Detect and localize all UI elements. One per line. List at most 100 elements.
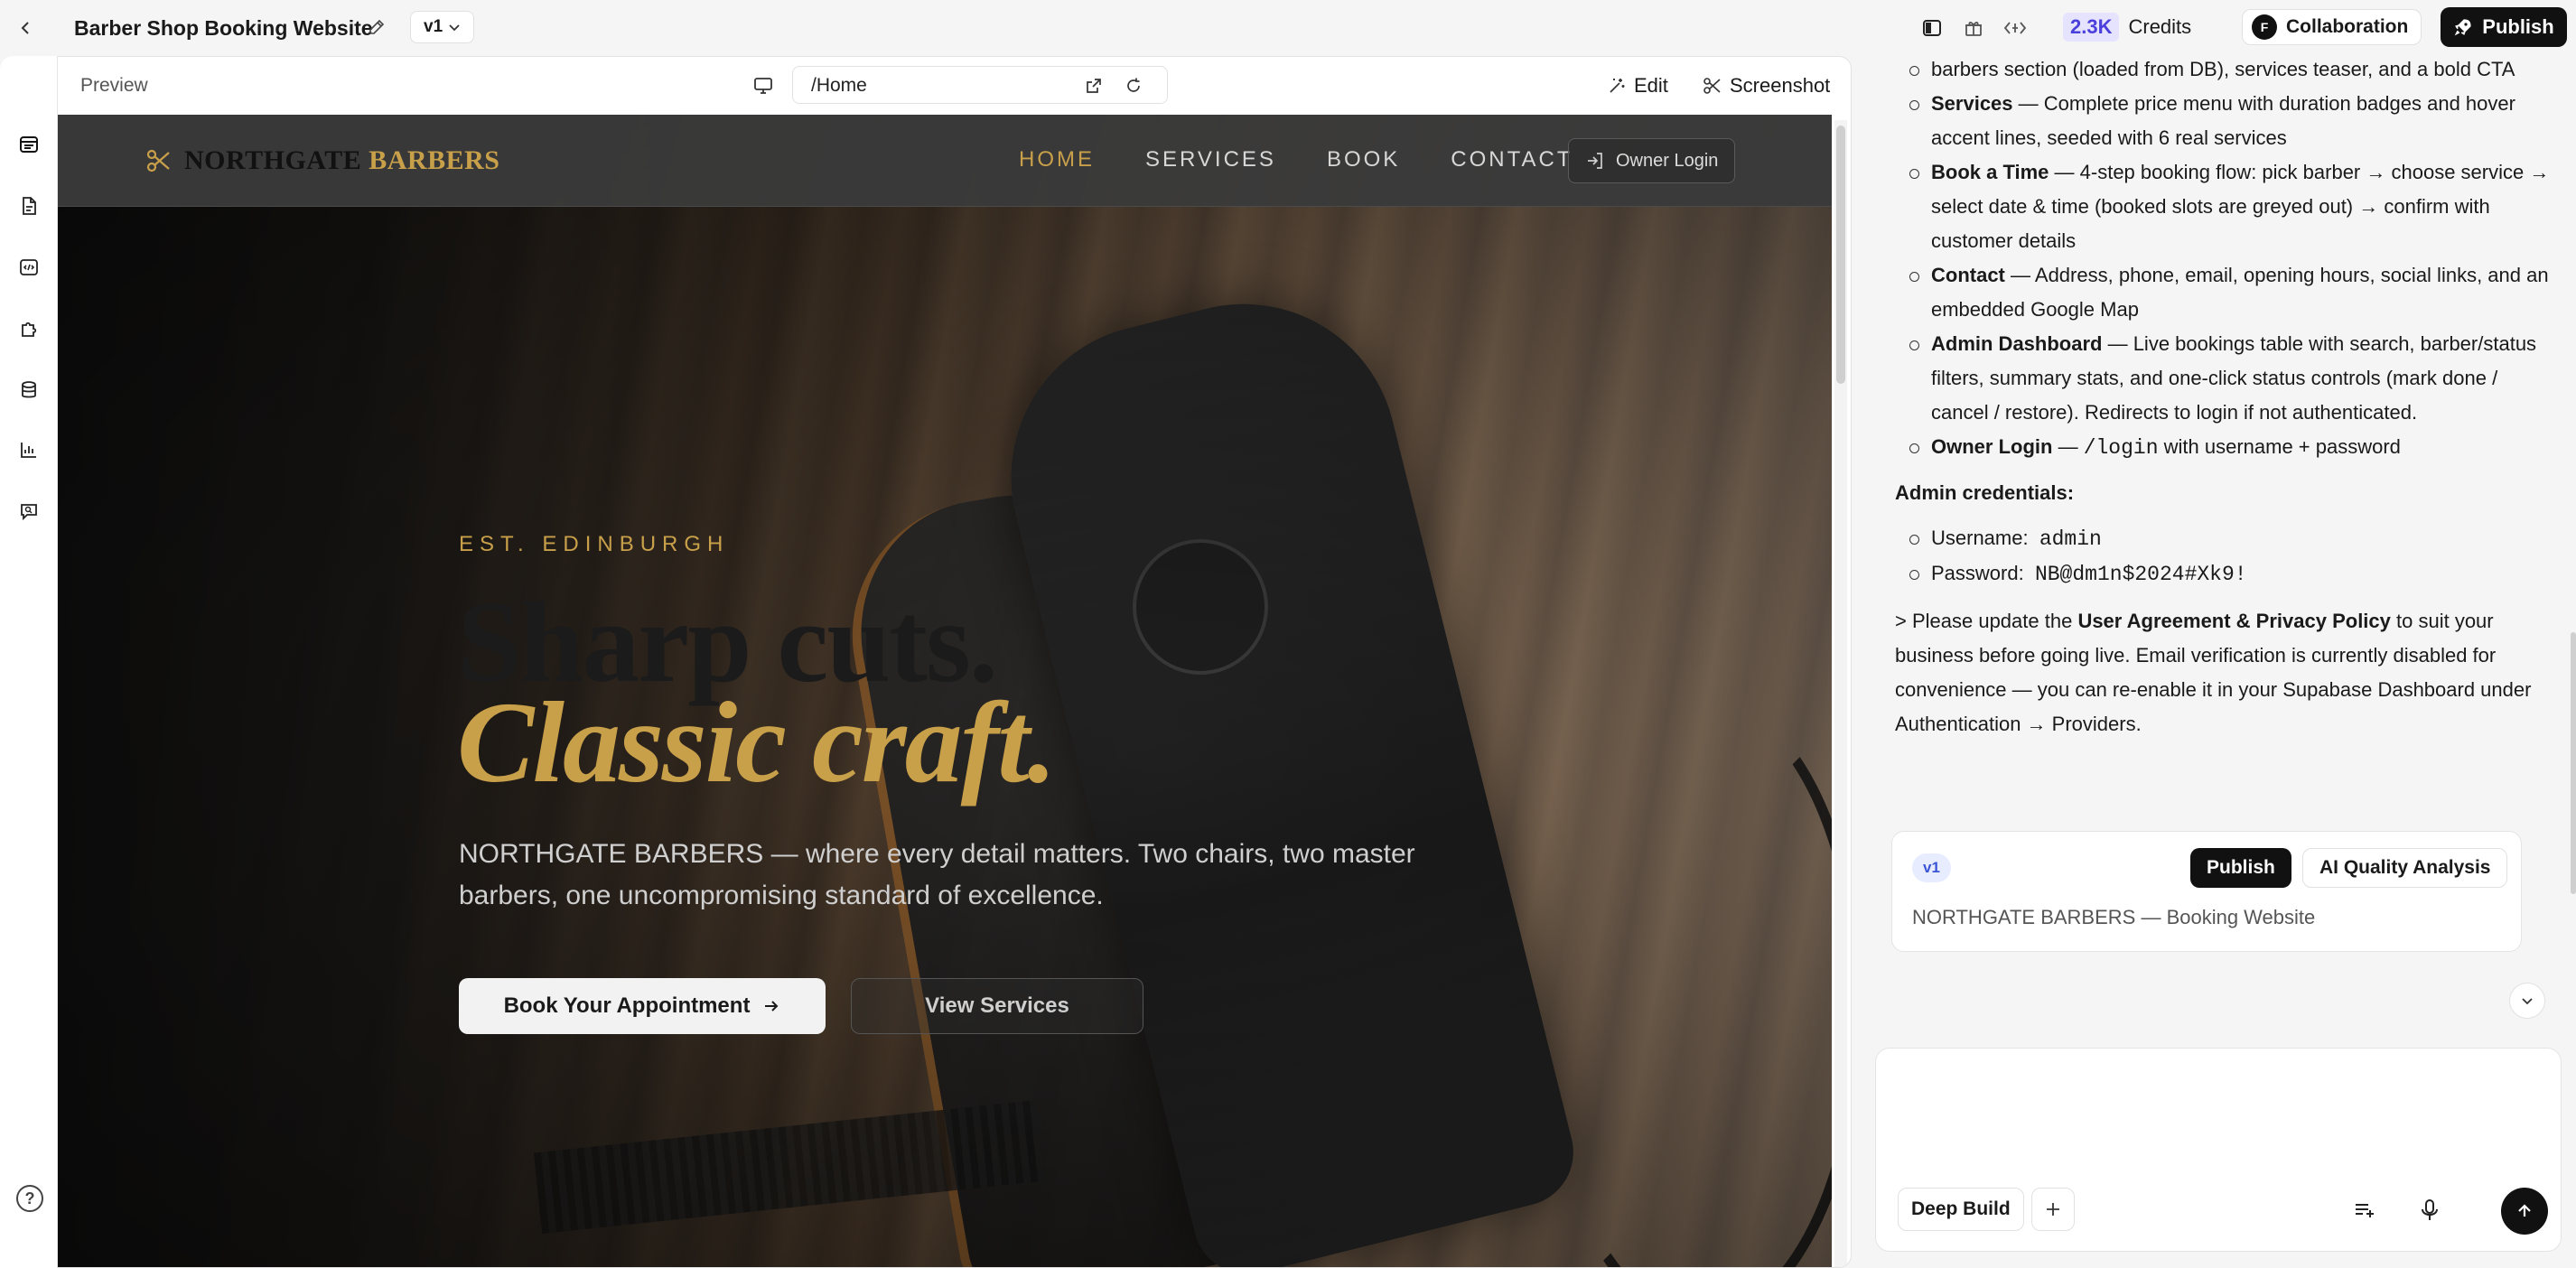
owner-login-button[interactable]: Owner Login	[1568, 138, 1736, 183]
list-item-title: Services	[1931, 92, 2013, 115]
nav-home[interactable]: HOME	[1019, 147, 1095, 172]
project-title: Barber Shop Booking Website	[74, 16, 373, 40]
note-paragraph: > Please update the User Agreement & Pri…	[1891, 604, 2551, 741]
hero-eyebrow: EST. EDINBURGH	[459, 532, 730, 556]
puzzle-icon[interactable]	[14, 314, 43, 343]
hero-headline-2: Classic craft.	[457, 678, 1057, 806]
password-label: Password:	[1931, 562, 2024, 584]
microphone-icon[interactable]	[2414, 1195, 2445, 1226]
screenshot-label: Screenshot	[1730, 74, 1831, 97]
ai-quality-analysis-button[interactable]: AI Quality Analysis	[2302, 848, 2508, 888]
arrow-right-icon	[765, 1001, 779, 1012]
list-item-title: Contact	[1931, 264, 2005, 286]
chat-search-icon[interactable]	[14, 497, 43, 526]
list-item: Services — Complete price menu with dura…	[1891, 87, 2551, 155]
chat-message: barbers section (loaded from DB), servic…	[1891, 56, 2551, 741]
list-item-text: — Address, phone, email, opening hours, …	[1931, 264, 2549, 321]
list-item: Admin Dashboard — Live bookings table wi…	[1891, 327, 2551, 430]
book-appointment-label: Book Your Appointment	[503, 993, 751, 1018]
chevron-down-icon	[2522, 998, 2533, 1005]
monitor-icon[interactable]	[749, 71, 778, 100]
pencil-icon[interactable]	[365, 15, 388, 39]
sparkle-edit-icon	[1610, 79, 1625, 93]
list-item: Book a Time — 4-step booking flow: pick …	[1891, 155, 2551, 258]
publish-label: Publish	[2482, 15, 2554, 38]
rocket-icon	[2454, 19, 2471, 36]
nav-contact[interactable]: CONTACT	[1451, 147, 1573, 172]
note-bold: User Agreement & Privacy Policy	[2077, 610, 2391, 632]
login-route-code: /login	[2083, 436, 2159, 460]
publish-button[interactable]: Publish	[2441, 7, 2567, 47]
reload-icon[interactable]	[1122, 74, 1145, 98]
document-icon[interactable]	[14, 191, 43, 220]
credentials-heading: Admin credentials:	[1895, 481, 2075, 504]
collaboration-button[interactable]: F Collaboration	[2242, 9, 2422, 45]
back-arrow-icon[interactable]	[13, 14, 40, 42]
list-item: Password: NB@dm1n$2024#Xk9!	[1891, 556, 2551, 592]
list-item-text: — Complete price menu with duration badg…	[1931, 92, 2515, 149]
preview-label: Preview	[80, 75, 148, 96]
gift-icon[interactable]	[1958, 13, 1989, 43]
url-bar[interactable]: /Home	[792, 66, 1168, 104]
help-icon[interactable]: ?	[16, 1185, 43, 1212]
code-window-icon[interactable]	[14, 253, 43, 282]
site-navbar: NORTHGATE BARBERS HOME SERVICES BOOK CONT…	[58, 115, 1832, 207]
queue-icon[interactable]	[2349, 1195, 2380, 1226]
list-item-title: Admin Dashboard	[1931, 332, 2103, 355]
credits-value: 2.3K	[2063, 13, 2120, 42]
preview-toolbar: Preview /Home Edit Screenshot	[59, 57, 1851, 115]
brand-accent: BARBERS	[369, 145, 500, 175]
login-icon	[1588, 153, 1602, 169]
version-dropdown[interactable]: v1	[410, 11, 475, 43]
database-icon[interactable]	[14, 376, 43, 405]
note-text: > Please update the	[1895, 610, 2078, 632]
card-subtitle: NORTHGATE BARBERS — Booking Website	[1912, 906, 2316, 928]
view-services-button[interactable]: View Services	[851, 978, 1143, 1034]
site-logo[interactable]: NORTHGATE BARBERS	[146, 145, 499, 176]
brand-name: NORTHGATE	[184, 145, 362, 175]
username-value: admin	[2039, 527, 2102, 551]
list-item-title: Book a Time	[1931, 161, 2049, 183]
chevron-down-icon	[449, 24, 460, 32]
send-arrow-icon[interactable]	[2501, 1188, 2548, 1235]
chat-scroll-thumb[interactable]	[2571, 632, 2576, 894]
screenshot-button[interactable]: Screenshot	[1703, 70, 1830, 102]
preview-scroll-thumb[interactable]	[1836, 126, 1845, 384]
username-label: Username:	[1931, 527, 2029, 549]
edit-button[interactable]: Edit	[1607, 70, 1668, 102]
analytics-icon[interactable]	[14, 435, 43, 464]
book-appointment-button[interactable]: Book Your Appointment	[459, 978, 826, 1034]
deep-build-button[interactable]: Deep Build	[1898, 1188, 2024, 1231]
list-item: barbers section (loaded from DB), servic…	[1891, 52, 2551, 87]
credits-label: Credits	[2128, 15, 2192, 38]
panel-toggle-icon[interactable]	[1917, 13, 1947, 43]
list-item-title: Owner Login	[1931, 435, 2053, 458]
site-nav-links: HOME SERVICES BOOK CONTACT	[1019, 147, 1573, 172]
version-card: v1 Publish AI Quality Analysis NORTHGATE…	[1891, 831, 2522, 952]
list-item-text: barbers section (loaded from DB), servic…	[1931, 58, 2515, 80]
app-root: Barber Shop Booking Website v1 2.3K Cred…	[0, 0, 2576, 1268]
edit-label: Edit	[1634, 74, 1668, 97]
left-rail	[0, 56, 58, 1268]
version-badge: v1	[1912, 853, 1951, 882]
toolbar-icons	[1917, 13, 2030, 43]
avatar: F	[2252, 14, 2277, 40]
list-item: Contact — Address, phone, email, opening…	[1891, 258, 2551, 327]
list-item-text: —	[2052, 435, 2084, 458]
external-link-icon[interactable]	[1082, 74, 1106, 98]
plus-icon[interactable]	[2031, 1188, 2075, 1231]
top-bar: Barber Shop Booking Website v1 2.3K Cred…	[0, 0, 2576, 56]
view-services-label: View Services	[925, 993, 1069, 1018]
scissors-icon	[1703, 78, 1721, 94]
owner-login-label: Owner Login	[1616, 150, 1719, 171]
code-diff-icon[interactable]	[2000, 13, 2030, 43]
pages-icon[interactable]	[14, 130, 43, 159]
site-preview: NORTHGATE BARBERS HOME SERVICES BOOK CONT…	[58, 115, 1832, 1267]
credits-indicator[interactable]: 2.3K Credits	[2063, 11, 2191, 43]
card-publish-button[interactable]: Publish	[2190, 848, 2291, 888]
nav-book[interactable]: BOOK	[1327, 147, 1400, 172]
chat-input-box[interactable]: Deep Build	[1875, 1048, 2562, 1252]
url-input[interactable]: /Home	[811, 75, 867, 97]
scroll-down-button[interactable]	[2509, 983, 2545, 1019]
nav-services[interactable]: SERVICES	[1145, 147, 1276, 172]
